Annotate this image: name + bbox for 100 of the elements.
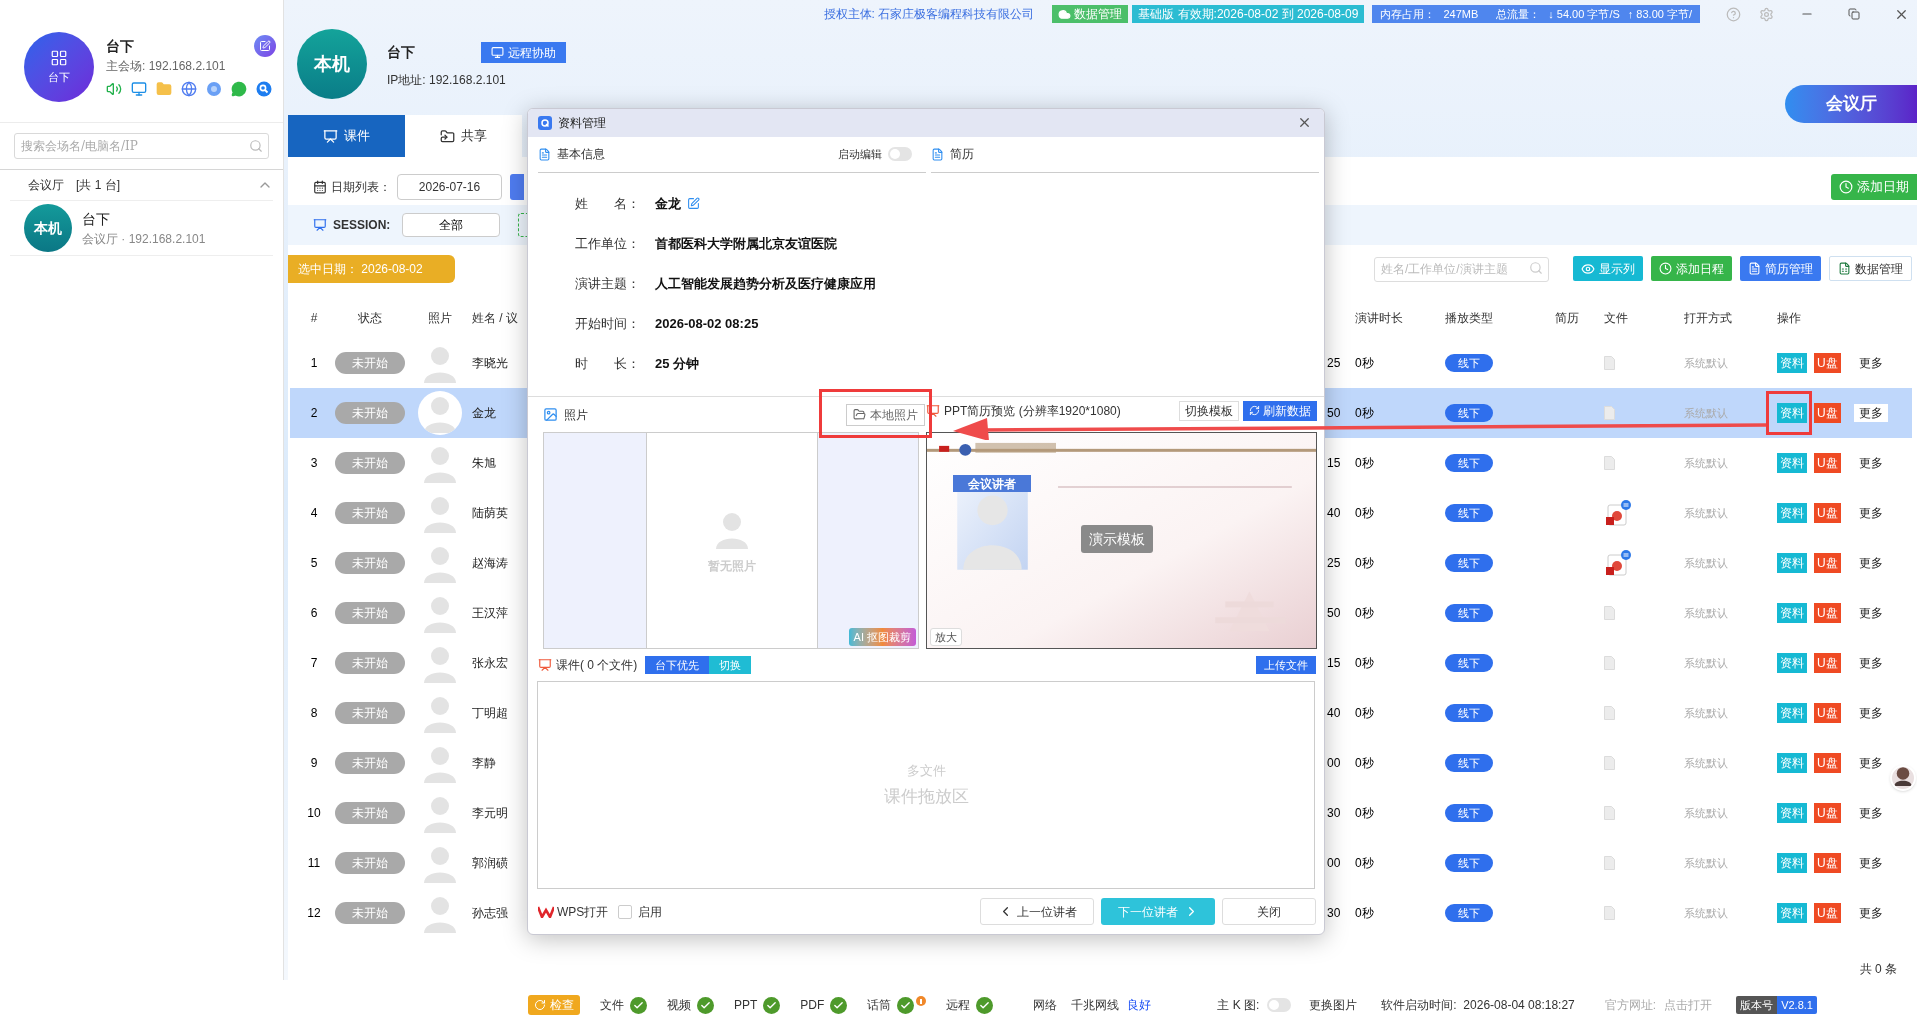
table-cell-text: 00 (1327, 755, 1341, 772)
speaker-name: 郭润磺 (472, 855, 508, 872)
speaker-name: 丁明超 (472, 705, 508, 722)
status-badge: 未开始 (335, 702, 405, 724)
status-badge: 未开始 (335, 352, 405, 374)
status-badge: 未开始 (335, 602, 405, 624)
play-type-badge: 线下 (1445, 904, 1493, 922)
speaker-name: 孙志强 (472, 905, 508, 922)
status-badge: 未开始 (335, 552, 405, 574)
usage-text: 总流量： (1496, 6, 1541, 22)
row-number: 12 (307, 905, 321, 922)
duration-cell-text: 0秒 (1355, 805, 1374, 822)
duration-cell-text: 0秒 (1355, 405, 1374, 422)
play-type-badge: 线下 (1445, 404, 1493, 422)
open-mode-cell-text: 系统默认 (1684, 805, 1728, 821)
play-type-badge: 线下 (1445, 704, 1493, 722)
status-label: 远程 (946, 997, 971, 1014)
station-name: 台下 (106, 37, 134, 56)
table-cell-text: 50 (1327, 605, 1341, 622)
field-label: 演讲主题： (575, 275, 641, 294)
row-number: 11 (307, 855, 321, 872)
website-label: 官方网址: (1604, 997, 1657, 1014)
column-header: 状态 (358, 310, 382, 327)
duration-cell-text: 0秒 (1355, 605, 1374, 622)
status-label: 话筒 (867, 997, 892, 1014)
column-header: 文件 (1604, 310, 1628, 327)
group-label: 会议厅 (28, 177, 64, 194)
speaker-name: 李晓光 (472, 355, 508, 372)
field-label: 时 长： (575, 355, 641, 374)
section-title: 照片 (564, 406, 588, 424)
section-title: 课件( 0 个文件) (556, 656, 638, 674)
station-host: 主会场: 192.168.2.101 (106, 58, 227, 75)
usage-text: 内存占用： (1380, 6, 1436, 22)
row-number: 4 (310, 505, 318, 522)
speaker-name: 朱旭 (472, 455, 496, 472)
status-label: PDF (800, 997, 825, 1014)
open-mode-cell-text: 系统默认 (1684, 855, 1728, 871)
table-cell-text: 40 (1327, 705, 1341, 722)
field-value: 25 分钟 (655, 355, 700, 374)
usage-text: 247MB (1443, 6, 1479, 22)
row-number: 10 (307, 805, 321, 822)
status-badge: 未开始 (335, 802, 405, 824)
table-cell-text: 40 (1327, 505, 1341, 522)
open-mode-cell-text: 系统默认 (1684, 655, 1728, 671)
column-header: 播放类型 (1445, 310, 1493, 327)
duration-cell-text: 0秒 (1355, 905, 1374, 922)
play-type-badge: 线下 (1445, 454, 1493, 472)
table-cell-text: 15 (1327, 655, 1341, 672)
column-header: 演讲时长 (1355, 310, 1403, 327)
field-label: 开始时间： (575, 315, 641, 334)
duration-cell-text: 0秒 (1355, 655, 1374, 672)
play-type-badge: 线下 (1445, 604, 1493, 622)
usage-text: ↓ 54.00 字节/S (1548, 6, 1620, 22)
status-label: 视频 (667, 997, 691, 1014)
table-cell-text: 25 (1327, 355, 1341, 372)
status-badge: 未开始 (335, 402, 405, 424)
status-badge: 未开始 (335, 752, 405, 774)
startup-time: 软件启动时间: 2026-08-04 08:18:27 (1381, 997, 1575, 1014)
status-badge: 未开始 (335, 902, 405, 924)
play-type-badge: 线下 (1445, 754, 1493, 772)
duration-cell-text: 0秒 (1355, 505, 1374, 522)
open-mode-cell-text: 系统默认 (1684, 905, 1728, 921)
wps-label: WPS打开 (557, 903, 609, 921)
column-header: 打开方式 (1684, 310, 1732, 327)
open-mode-cell-text: 系统默认 (1684, 355, 1728, 371)
duration-cell-text: 0秒 (1355, 555, 1374, 572)
play-type-badge: 线下 (1445, 504, 1493, 522)
row-number: 2 (310, 405, 318, 422)
edit-label: 启动编辑 (838, 147, 882, 163)
field-value: 首都医科大学附属北京友谊医院 (655, 235, 837, 254)
duration-cell-text: 0秒 (1355, 455, 1374, 472)
status-badge: 未开始 (335, 452, 405, 474)
duration-cell-text: 0秒 (1355, 755, 1374, 772)
duration-cell-text: 0秒 (1355, 355, 1374, 372)
column-header: 姓名 / 议 (472, 310, 518, 327)
table-cell-text: 30 (1327, 905, 1341, 922)
row-number: 5 (310, 555, 318, 572)
speaker-name: 金龙 (472, 405, 496, 422)
open-mode-cell-text: 系统默认 (1684, 605, 1728, 621)
field-value: 金龙 (655, 195, 681, 214)
group-count: [共 1 台] (76, 177, 120, 194)
status-badge: 未开始 (335, 852, 405, 874)
k-label: 主 K 图: (1217, 997, 1260, 1014)
host-badge: 本机 (297, 29, 367, 99)
section-title: 基本信息 (557, 146, 605, 164)
row-number: 9 (310, 755, 318, 772)
speaker-name: 张永宏 (472, 655, 508, 672)
network-label: 网络 (1033, 997, 1058, 1014)
column-header: 简历 (1555, 310, 1579, 327)
duration-cell-text: 0秒 (1355, 855, 1374, 872)
selected-date-badge: 选中日期： 2026-08-02 (288, 254, 455, 283)
speaker-name: 赵海涛 (472, 555, 508, 572)
host-name: 台下 (387, 43, 416, 62)
speaker-name: 李静 (472, 755, 496, 772)
row-number: 7 (310, 655, 318, 672)
column-header: 照片 (428, 310, 452, 327)
status-badge: 未开始 (335, 652, 405, 674)
open-mode-cell-text: 系统默认 (1684, 405, 1728, 421)
section-title: 简历 (950, 146, 974, 164)
open-mode-cell-text: 系统默认 (1684, 755, 1728, 771)
